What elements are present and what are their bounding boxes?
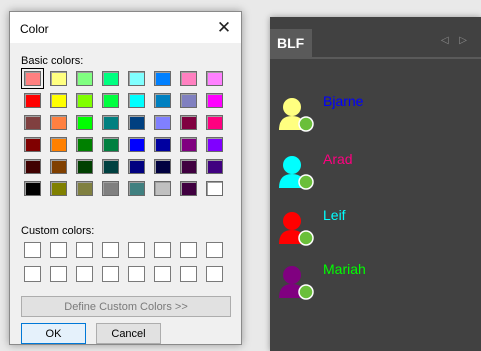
user-icon <box>279 212 314 246</box>
basic-color-swatch[interactable] <box>180 159 197 174</box>
basic-color-swatch[interactable] <box>50 159 67 174</box>
basic-color-swatch[interactable] <box>24 137 41 152</box>
basic-color-swatch[interactable] <box>180 93 197 108</box>
contact-name: Arad <box>323 151 353 167</box>
custom-color-swatch[interactable] <box>24 266 41 282</box>
basic-color-swatch[interactable] <box>206 93 223 108</box>
basic-color-swatch[interactable] <box>180 115 197 130</box>
custom-color-swatch[interactable] <box>102 242 119 258</box>
basic-color-swatch[interactable] <box>154 71 171 86</box>
basic-color-swatch[interactable] <box>21 68 44 89</box>
basic-color-swatch[interactable] <box>154 93 171 108</box>
custom-colors-grid <box>24 242 223 282</box>
ok-button[interactable]: OK <box>21 323 86 344</box>
basic-color-swatch[interactable] <box>50 137 67 152</box>
custom-color-swatch[interactable] <box>76 242 93 258</box>
basic-color-swatch[interactable] <box>128 181 145 196</box>
color-dialog: Color ✕ Basic colors: Custom colors: Def… <box>9 11 242 345</box>
custom-color-swatch[interactable] <box>128 242 145 258</box>
contact-name: Mariah <box>323 261 366 277</box>
basic-color-swatch[interactable] <box>180 71 197 86</box>
basic-color-swatch[interactable] <box>180 181 197 196</box>
basic-color-swatch[interactable] <box>102 181 119 196</box>
basic-color-swatch[interactable] <box>76 159 93 174</box>
dialog-title: Color <box>20 22 49 36</box>
contact-item[interactable]: Arad <box>276 151 476 196</box>
basic-color-swatch[interactable] <box>128 159 145 174</box>
custom-colors-label: Custom colors: <box>21 225 95 237</box>
basic-color-swatch[interactable] <box>102 93 119 108</box>
basic-color-swatch[interactable] <box>102 159 119 174</box>
basic-color-swatch[interactable] <box>128 115 145 130</box>
user-icon <box>279 98 314 132</box>
basic-color-swatch[interactable] <box>102 71 119 86</box>
custom-color-swatch[interactable] <box>76 266 93 282</box>
basic-color-swatch[interactable] <box>154 137 171 152</box>
basic-color-swatch[interactable] <box>76 71 93 86</box>
basic-color-swatch[interactable] <box>128 137 145 152</box>
basic-color-swatch[interactable] <box>76 115 93 130</box>
basic-color-swatch[interactable] <box>76 181 93 196</box>
basic-color-swatch[interactable] <box>206 71 223 86</box>
custom-color-swatch[interactable] <box>24 242 41 258</box>
custom-color-swatch[interactable] <box>180 242 197 258</box>
user-icon <box>279 266 314 300</box>
basic-color-swatch[interactable] <box>154 159 171 174</box>
basic-color-swatch[interactable] <box>102 115 119 130</box>
basic-color-swatch[interactable] <box>154 115 171 130</box>
custom-color-swatch[interactable] <box>128 266 145 282</box>
tab-scroll-arrows-icon[interactable]: ◁ ▷ <box>441 35 471 46</box>
basic-color-swatch[interactable] <box>180 137 197 152</box>
basic-color-swatch[interactable] <box>206 137 223 152</box>
custom-color-swatch[interactable] <box>206 266 223 282</box>
custom-color-swatch[interactable] <box>154 266 171 282</box>
basic-color-swatch[interactable] <box>206 181 223 196</box>
basic-color-swatch[interactable] <box>102 137 119 152</box>
contact-item[interactable]: Bjarne <box>276 93 476 138</box>
custom-color-swatch[interactable] <box>206 242 223 258</box>
basic-color-swatch[interactable] <box>24 93 41 108</box>
basic-color-swatch[interactable] <box>24 115 41 130</box>
basic-color-swatch[interactable] <box>128 71 145 86</box>
dialog-titlebar[interactable]: Color ✕ <box>10 12 241 43</box>
close-icon[interactable]: ✕ <box>207 12 241 43</box>
custom-color-swatch[interactable] <box>102 266 119 282</box>
contact-name: Leif <box>323 207 346 223</box>
basic-color-swatch[interactable] <box>50 181 67 196</box>
custom-color-swatch[interactable] <box>50 266 67 282</box>
basic-color-swatch[interactable] <box>76 93 93 108</box>
basic-color-swatch[interactable] <box>76 137 93 152</box>
basic-color-swatch[interactable] <box>24 159 41 174</box>
basic-color-swatch[interactable] <box>154 181 171 196</box>
contact-item[interactable]: Mariah <box>276 261 476 306</box>
basic-color-swatch[interactable] <box>206 115 223 130</box>
custom-color-swatch[interactable] <box>154 242 171 258</box>
contact-name: Bjarne <box>323 93 364 109</box>
basic-color-swatch[interactable] <box>128 93 145 108</box>
basic-color-swatch[interactable] <box>24 181 41 196</box>
basic-color-swatch[interactable] <box>50 115 67 130</box>
basic-color-swatch[interactable] <box>50 71 67 86</box>
blf-panel: BLF ◁ ▷ Bjarne Arad Leif Mariah <box>270 17 481 351</box>
tab-divider <box>270 57 481 59</box>
user-icon <box>279 156 314 190</box>
basic-color-swatch[interactable] <box>206 159 223 174</box>
basic-colors-label: Basic colors: <box>21 55 84 67</box>
basic-color-swatch[interactable] <box>50 93 67 108</box>
contact-item[interactable]: Leif <box>276 207 476 252</box>
define-custom-colors-button[interactable]: Define Custom Colors >> <box>21 296 231 317</box>
cancel-button[interactable]: Cancel <box>96 323 161 344</box>
custom-color-swatch[interactable] <box>180 266 197 282</box>
basic-colors-grid <box>21 68 223 196</box>
tab-blf[interactable]: BLF <box>270 29 312 57</box>
custom-color-swatch[interactable] <box>50 242 67 258</box>
